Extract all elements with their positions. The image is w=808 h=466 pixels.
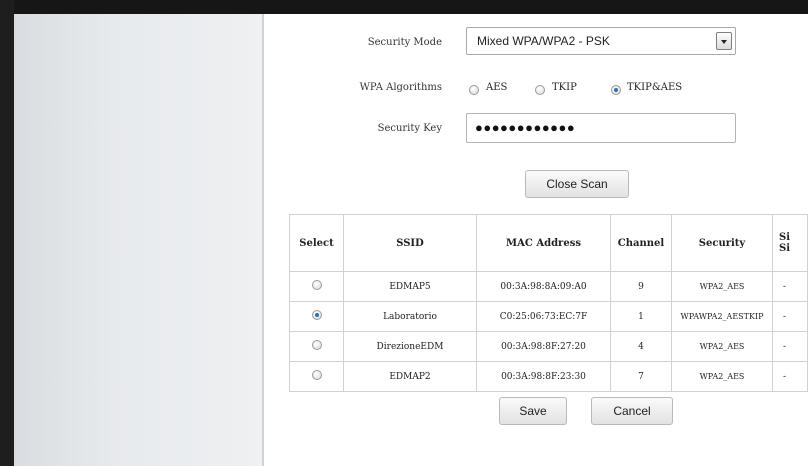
chevron-down-icon[interactable] [716, 32, 732, 50]
security-cell: WPAWPA2_AESTKIP [671, 301, 773, 332]
radio-tkip-aes-label: TKIP&AES [627, 82, 683, 93]
sidebar-panel [14, 14, 262, 466]
radio-tkip-label: TKIP [552, 82, 577, 93]
wpa-algorithms-label: WPA Algorithms [359, 82, 442, 93]
radio-tkip-aes[interactable] [611, 85, 621, 95]
column-header-mac: MAC Address [476, 214, 611, 272]
security-mode-label: Security Mode [367, 37, 442, 48]
ssid-cell: EDMAP2 [343, 361, 477, 392]
mac-cell: 00:3A:98:8F:23:30 [476, 361, 611, 392]
security-cell: WPA2_AES [671, 331, 773, 362]
column-header-select: Select [289, 214, 344, 272]
mac-cell: C0:25:06:73:EC:7F [476, 301, 611, 332]
row-select-cell [289, 271, 344, 302]
row-radio-wrapper [311, 310, 322, 320]
row-select-cell [289, 361, 344, 392]
radio-aes[interactable] [469, 85, 479, 95]
close-scan-button[interactable]: Close Scan [525, 170, 629, 198]
security-key-input[interactable]: ●●●●●●●●●●●● [466, 113, 736, 143]
row-select-radio[interactable] [311, 280, 322, 290]
table-row[interactable]: DirezioneEDM 00:3A:98:8F:27:20 4 WPA2_AES - [289, 331, 808, 362]
security-cell: WPA2_AES [671, 271, 773, 302]
row-radio-wrapper [311, 280, 322, 290]
channel-cell: 9 [610, 271, 672, 302]
channel-cell: 4 [610, 331, 672, 362]
mac-cell: 00:3A:98:8A:09:A0 [476, 271, 611, 302]
window-frame-top [0, 0, 808, 14]
scan-results-table: Select SSID MAC Address Channel Security… [289, 214, 808, 392]
table-row[interactable]: Laboratorio C0:25:06:73:EC:7F 1 WPAWPA2_AES… [289, 301, 808, 332]
ssid-cell: DirezioneEDM [343, 331, 477, 362]
security-cell: WPA2_AES [671, 361, 773, 392]
row-select-radio[interactable] [311, 310, 322, 320]
channel-cell: 7 [610, 361, 672, 392]
signal-cell: - [772, 301, 808, 332]
cancel-button[interactable]: Cancel [591, 397, 673, 425]
row-select-radio[interactable] [311, 370, 322, 380]
radio-tkip[interactable] [535, 85, 545, 95]
column-header-signal: Si Si [772, 214, 808, 272]
security-key-label: Security Key [377, 123, 442, 134]
column-header-security: Security [671, 214, 773, 272]
table-header-row: Select SSID MAC Address Channel Security… [289, 214, 808, 272]
row-radio-wrapper [311, 340, 322, 350]
ssid-cell: EDMAP5 [343, 271, 477, 302]
signal-cell: - [772, 331, 808, 362]
channel-cell: 1 [610, 301, 672, 332]
radio-aes-label: AES [486, 82, 508, 93]
table-row[interactable]: EDMAP2 00:3A:98:8F:23:30 7 WPA2_AES - [289, 361, 808, 392]
mac-cell: 00:3A:98:8F:27:20 [476, 331, 611, 362]
row-radio-wrapper [311, 370, 322, 380]
column-header-ssid: SSID [343, 214, 477, 272]
security-mode-select[interactable]: Mixed WPA/WPA2 - PSK [466, 27, 736, 55]
security-mode-value: Mixed WPA/WPA2 - PSK [477, 34, 610, 48]
column-header-channel: Channel [610, 214, 672, 272]
window-frame-left [0, 0, 14, 466]
row-select-radio[interactable] [311, 340, 322, 350]
row-select-cell [289, 301, 344, 332]
row-select-cell [289, 331, 344, 362]
ssid-cell: Laboratorio [343, 301, 477, 332]
table-row[interactable]: EDMAP5 00:3A:98:8A:09:A0 9 WPA2_AES - [289, 271, 808, 302]
signal-cell: - [772, 271, 808, 302]
signal-cell: - [772, 361, 808, 392]
save-button[interactable]: Save [499, 397, 567, 425]
